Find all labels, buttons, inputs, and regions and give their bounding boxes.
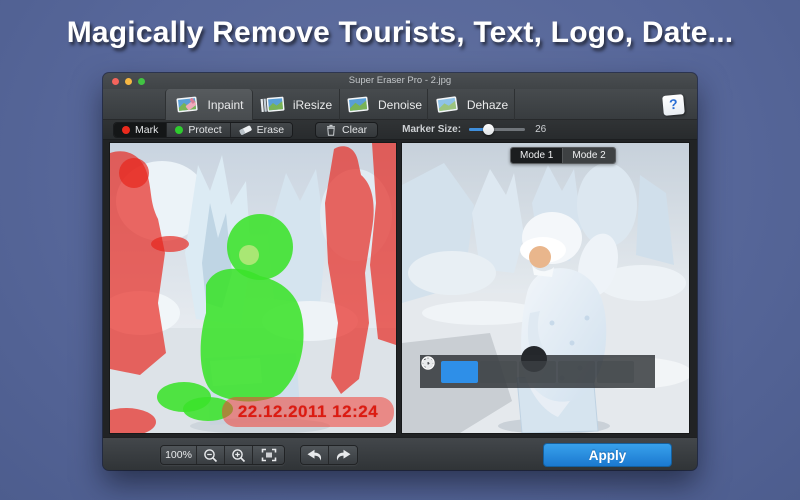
result-image-panel[interactable]: Mode 1 Mode 2 <box>402 143 689 433</box>
iresize-icon <box>260 96 285 113</box>
tab-dehaze[interactable]: Dehaze <box>428 89 515 120</box>
dehaze-icon <box>436 96 458 113</box>
fit-to-screen-button[interactable] <box>253 446 284 464</box>
source-image-panel[interactable]: 22.12.2011 12:24 <box>110 143 396 433</box>
zoom-out-button[interactable] <box>197 446 225 464</box>
inpaint-icon <box>177 96 199 113</box>
date-stamp: 22.12.2011 12:24 <box>222 397 394 427</box>
tab-denoise[interactable]: Denoise <box>340 89 428 120</box>
zoom-in-icon <box>232 448 246 462</box>
mode-switcher: Mode 1 Mode 2 <box>510 147 616 164</box>
zoom-in-button[interactable] <box>225 446 253 464</box>
mark-dot-icon <box>122 125 130 134</box>
tab-iresize-label: iResize <box>292 97 333 112</box>
fit-screen-icon <box>261 448 276 462</box>
zoom-level-value: 100% <box>165 449 192 461</box>
date-stamp-text: 22.12.2011 12:24 <box>237 402 379 421</box>
undo-icon <box>307 449 322 461</box>
trash-icon <box>327 124 336 136</box>
redo-button[interactable] <box>329 446 357 464</box>
marker-toolbar: Mark Protect Erase Clear Marker Size: 26 <box>103 120 697 140</box>
undo-button[interactable] <box>301 446 329 464</box>
tab-denoise-label: Denoise <box>377 97 423 112</box>
horizontal-mode-button[interactable] <box>423 360 517 383</box>
protect-button[interactable]: Protect <box>167 122 231 137</box>
mode1-button[interactable]: Mode 1 <box>511 148 563 163</box>
vertical-mode-button[interactable] <box>425 358 556 383</box>
radial-mode-button[interactable] <box>421 356 478 383</box>
apply-button[interactable]: Apply <box>543 443 672 467</box>
diagonal-right-lines-icon <box>422 357 434 369</box>
protect-label: Protect <box>188 123 222 136</box>
protect-dot-icon <box>175 125 184 134</box>
help-button[interactable]: ? <box>662 94 685 116</box>
zoom-level-button[interactable]: 100% <box>161 446 197 464</box>
tab-inpaint[interactable]: Inpaint <box>165 89 253 120</box>
clear-button[interactable]: Clear <box>315 121 379 138</box>
bottom-toolbar: 100% Apply <box>103 437 697 470</box>
marker-size-slider[interactable] <box>469 124 526 135</box>
diagonal-left-mode-button[interactable] <box>422 357 595 383</box>
apply-label: Apply <box>588 447 627 463</box>
erase-label: Erase <box>256 123 285 136</box>
mark-label: Mark <box>135 123 159 136</box>
redo-icon <box>336 449 350 461</box>
mark-button[interactable]: Mark <box>114 122 168 137</box>
history-controls <box>300 445 358 465</box>
eraser-icon <box>239 125 252 135</box>
marker-size-value: 26 <box>535 124 547 135</box>
clear-label: Clear <box>342 123 368 136</box>
content-area: 22.12.2011 12:24 Mode 1 Mode 2 <box>103 140 697 437</box>
erase-button[interactable]: Erase <box>230 122 293 137</box>
zoom-controls: 100% <box>160 445 285 465</box>
result-image[interactable] <box>402 143 689 433</box>
marker-size-label: Marker Size: <box>402 124 462 135</box>
tab-toolbar: Inpaint iResize Denoise Dehaze ? <box>103 89 697 120</box>
tab-dehaze-label: Dehaze <box>466 97 509 112</box>
slider-knob[interactable] <box>482 124 494 135</box>
marker-mode-group: Mark Protect Erase <box>113 121 294 138</box>
window-title: Super Eraser Pro - 2.jpg <box>348 75 452 86</box>
title-bar: Super Eraser Pro - 2.jpg <box>103 73 697 89</box>
app-window: Super Eraser Pro - 2.jpg Inpaint iResize… <box>103 73 697 470</box>
denoise-icon <box>347 96 369 113</box>
help-icon: ? <box>668 95 679 113</box>
source-image[interactable] <box>110 143 396 433</box>
tab-inpaint-label: Inpaint <box>207 97 244 112</box>
tab-iresize[interactable]: iResize <box>253 89 340 120</box>
inpaint-direction-toolbar <box>420 355 655 388</box>
mode2-button[interactable]: Mode 2 <box>562 148 615 163</box>
headline: Magically Remove Tourists, Text, Logo, D… <box>66 16 734 49</box>
zoom-out-icon <box>204 448 218 462</box>
diagonal-right-mode-button[interactable] <box>422 357 634 383</box>
